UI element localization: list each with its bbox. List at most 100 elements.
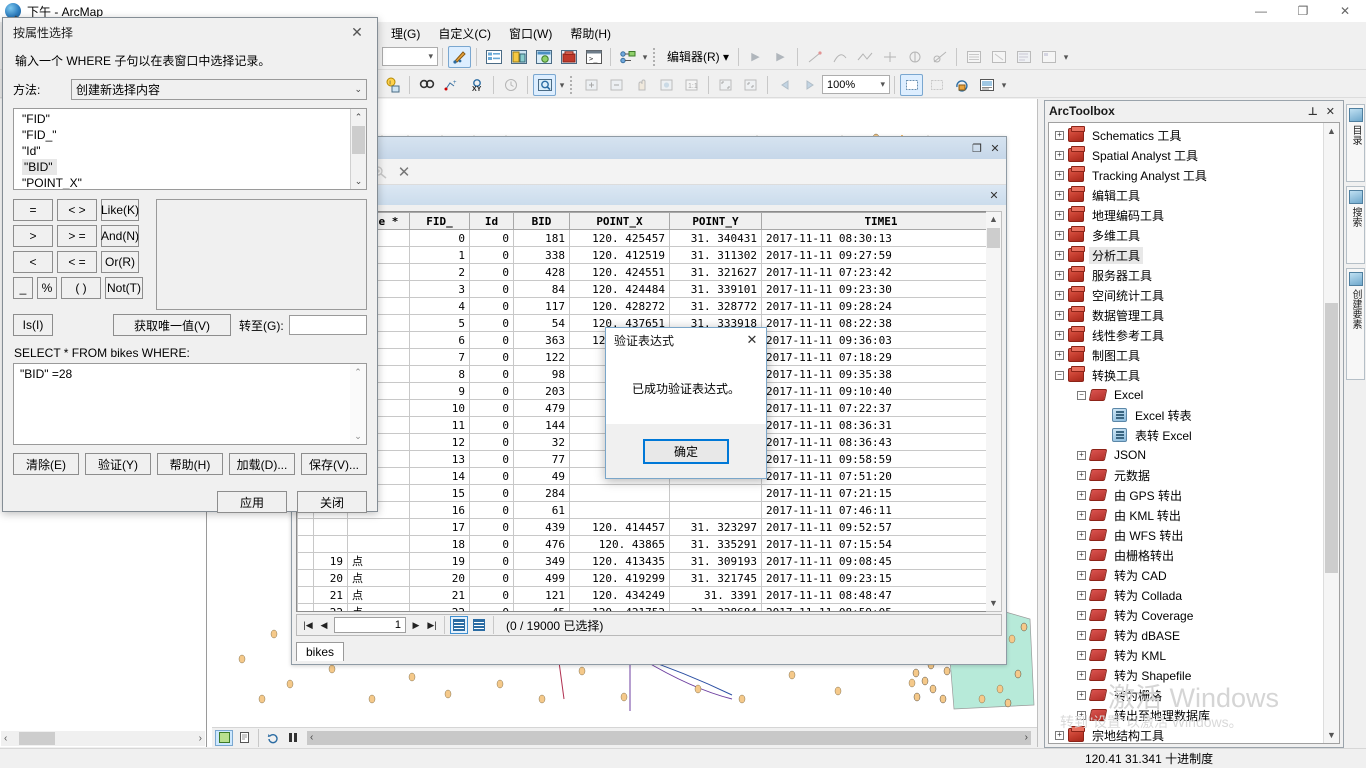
menu-item-window[interactable]: 窗口(W) bbox=[500, 23, 561, 44]
sql-expression-textarea[interactable]: "BID" =28 ⌃ ⌄ bbox=[13, 363, 367, 445]
editor-menu-button[interactable]: 编辑器(R) ▾ bbox=[662, 48, 734, 65]
toolbar-grip[interactable] bbox=[653, 47, 659, 66]
arctoolbox-window-icon[interactable] bbox=[557, 46, 580, 68]
scroll-down-icon[interactable]: ⌄ bbox=[350, 428, 366, 444]
toolbar-overflow-button[interactable]: ▾ bbox=[640, 52, 650, 61]
zoom-out-fixed-icon[interactable] bbox=[739, 74, 762, 96]
show-all-records-button[interactable] bbox=[450, 616, 468, 634]
operator-parens-button[interactable]: ( ) bbox=[61, 277, 101, 299]
expand-icon[interactable]: + bbox=[1077, 450, 1086, 460]
go-to-xy-icon[interactable]: XY bbox=[465, 74, 488, 96]
next-record-icon[interactable]: ▶ bbox=[408, 617, 424, 633]
toolbox-item[interactable]: + 转为 Collada bbox=[1049, 585, 1323, 605]
toolbox-item[interactable]: + 转出至地理数据库 bbox=[1049, 705, 1323, 725]
expand-icon[interactable]: + bbox=[1077, 570, 1086, 580]
toolbar-overflow-button-2[interactable]: ▾ bbox=[1061, 52, 1071, 61]
first-record-icon[interactable]: |◀ bbox=[300, 617, 316, 633]
toolbox-item[interactable]: + 数据管理工具 bbox=[1049, 305, 1323, 325]
expand-icon[interactable]: + bbox=[1077, 690, 1086, 700]
operator-greater-equal-button[interactable]: > = bbox=[57, 225, 97, 247]
column-header-id[interactable]: Id bbox=[469, 212, 514, 230]
toolbox-item[interactable]: + 线性参考工具 bbox=[1049, 325, 1323, 345]
toolbox-item[interactable]: + 转为 dBASE bbox=[1049, 625, 1323, 645]
operator-underscore-button[interactable]: _ bbox=[13, 277, 33, 299]
ok-button[interactable]: 确定 bbox=[643, 438, 729, 464]
midpoint-icon[interactable] bbox=[878, 46, 901, 68]
collapse-icon[interactable]: − bbox=[1055, 370, 1064, 380]
toolbox-item[interactable]: + 多维工具 bbox=[1049, 225, 1323, 245]
attributes-icon[interactable] bbox=[962, 46, 985, 68]
close-icon[interactable]: ✕ bbox=[1322, 105, 1339, 118]
close-icon[interactable]: ✕ bbox=[738, 329, 766, 351]
load-button[interactable]: 加载(D)... bbox=[229, 453, 295, 475]
toolbox-item[interactable]: + 地理编码工具 bbox=[1049, 205, 1323, 225]
row-select-cell[interactable] bbox=[297, 535, 314, 553]
toolbox-item[interactable]: 表转 Excel bbox=[1049, 425, 1323, 445]
close-button[interactable]: ✕ bbox=[1324, 0, 1366, 22]
operator-less-equal-button[interactable]: < = bbox=[57, 251, 97, 273]
previous-record-icon[interactable]: ◀ bbox=[316, 617, 332, 633]
apply-button[interactable]: 应用 bbox=[217, 491, 287, 513]
toolbox-item[interactable]: + JSON bbox=[1049, 445, 1323, 465]
menu-item-help[interactable]: 帮助(H) bbox=[561, 23, 620, 44]
scroll-left-icon[interactable]: ‹ bbox=[307, 732, 313, 743]
operator-or-button[interactable]: Or(R) bbox=[101, 251, 139, 273]
scroll-up-icon[interactable]: ⌃ bbox=[351, 109, 366, 125]
toolbar-overflow-button-4[interactable]: ▾ bbox=[999, 80, 1009, 89]
expand-icon[interactable]: + bbox=[1055, 150, 1064, 160]
table-scroll-thumb[interactable] bbox=[987, 228, 1000, 248]
collapse-icon[interactable]: − bbox=[1077, 390, 1086, 400]
expand-icon[interactable]: + bbox=[1077, 670, 1086, 680]
table-row[interactable]: 3 0 84 120. 424484 31. 339101 2017-11-11 09:2… bbox=[297, 280, 1001, 298]
toolbox-item[interactable]: + 制图工具 bbox=[1049, 345, 1323, 365]
field-list-scrollbar[interactable]: ⌃ ⌄ bbox=[350, 109, 366, 189]
verify-button[interactable]: 验证(Y) bbox=[85, 453, 151, 475]
scroll-down-icon[interactable]: ▼ bbox=[986, 596, 1001, 611]
table-row[interactable]: 19 点 19 0 349 120. 413435 31. 309193 2017-11-11… bbox=[297, 552, 1001, 570]
sql-scrollbar[interactable]: ⌃ ⌄ bbox=[350, 364, 366, 444]
toolbox-item[interactable]: + 转为 KML bbox=[1049, 645, 1323, 665]
map-horizontal-scrollbar[interactable]: ‹ › bbox=[307, 730, 1031, 745]
expand-icon[interactable]: + bbox=[1055, 330, 1064, 340]
minimize-button[interactable]: — bbox=[1240, 0, 1282, 22]
close-dialog-button[interactable]: 关闭 bbox=[297, 491, 367, 513]
restore-button[interactable]: ❐ bbox=[1282, 0, 1324, 22]
last-record-icon[interactable]: ▶| bbox=[424, 617, 440, 633]
table-row[interactable]: 17 0 439 120. 414457 31. 323297 2017-11-11 09… bbox=[297, 518, 1001, 536]
scroll-down-icon[interactable]: ⌄ bbox=[351, 173, 366, 189]
find-route-icon[interactable]: + bbox=[440, 74, 463, 96]
toolbox-item[interactable]: + 服务器工具 bbox=[1049, 265, 1323, 285]
row-select-cell[interactable] bbox=[297, 603, 314, 611]
operator-equals-button[interactable]: = bbox=[13, 199, 53, 221]
pin-icon[interactable]: ⊥ bbox=[1304, 105, 1322, 118]
is-button[interactable]: Is(I) bbox=[13, 314, 53, 336]
expand-icon[interactable]: + bbox=[1077, 490, 1086, 500]
data-view-button[interactable] bbox=[215, 729, 233, 746]
zoom-percent-combo[interactable]: 100% ▾ bbox=[822, 75, 890, 94]
close-icon[interactable]: ✕ bbox=[985, 186, 1003, 204]
unique-values-list[interactable] bbox=[156, 199, 367, 310]
column-header-point-x[interactable]: POINT_X bbox=[569, 212, 670, 230]
column-header-fid[interactable]: FID_ bbox=[409, 212, 470, 230]
expand-icon[interactable]: + bbox=[1077, 550, 1086, 560]
pan-icon[interactable] bbox=[630, 74, 653, 96]
table-vertical-scrollbar[interactable]: ▲ ▼ bbox=[986, 211, 1002, 612]
toc-horizontal-scrollbar[interactable]: ‹ › bbox=[1, 731, 205, 746]
manage-templates-icon[interactable] bbox=[1037, 46, 1060, 68]
table-row[interactable]: 18 0 476 120. 43865 31. 335291 2017-11-11 07:… bbox=[297, 535, 1001, 553]
expand-icon[interactable]: + bbox=[1055, 270, 1064, 280]
row-select-cell[interactable] bbox=[297, 552, 314, 570]
get-unique-values-button[interactable]: 获取唯一值(V) bbox=[113, 314, 231, 336]
column-header-bid[interactable]: BID bbox=[513, 212, 570, 230]
field-list-item[interactable]: "BID" bbox=[20, 159, 364, 175]
pause-drawing-button[interactable] bbox=[284, 730, 302, 746]
find-icon[interactable] bbox=[415, 74, 438, 96]
straight-segment-icon[interactable] bbox=[803, 46, 826, 68]
expand-icon[interactable]: + bbox=[1077, 530, 1086, 540]
expand-icon[interactable]: + bbox=[1077, 510, 1086, 520]
expand-icon[interactable]: + bbox=[1055, 250, 1064, 260]
operator-and-button[interactable]: And(N) bbox=[101, 225, 139, 247]
toolbox-item[interactable]: + 由 WFS 转出 bbox=[1049, 525, 1323, 545]
layout-view-button[interactable] bbox=[235, 730, 253, 746]
identify-icon[interactable]: i bbox=[381, 74, 404, 96]
